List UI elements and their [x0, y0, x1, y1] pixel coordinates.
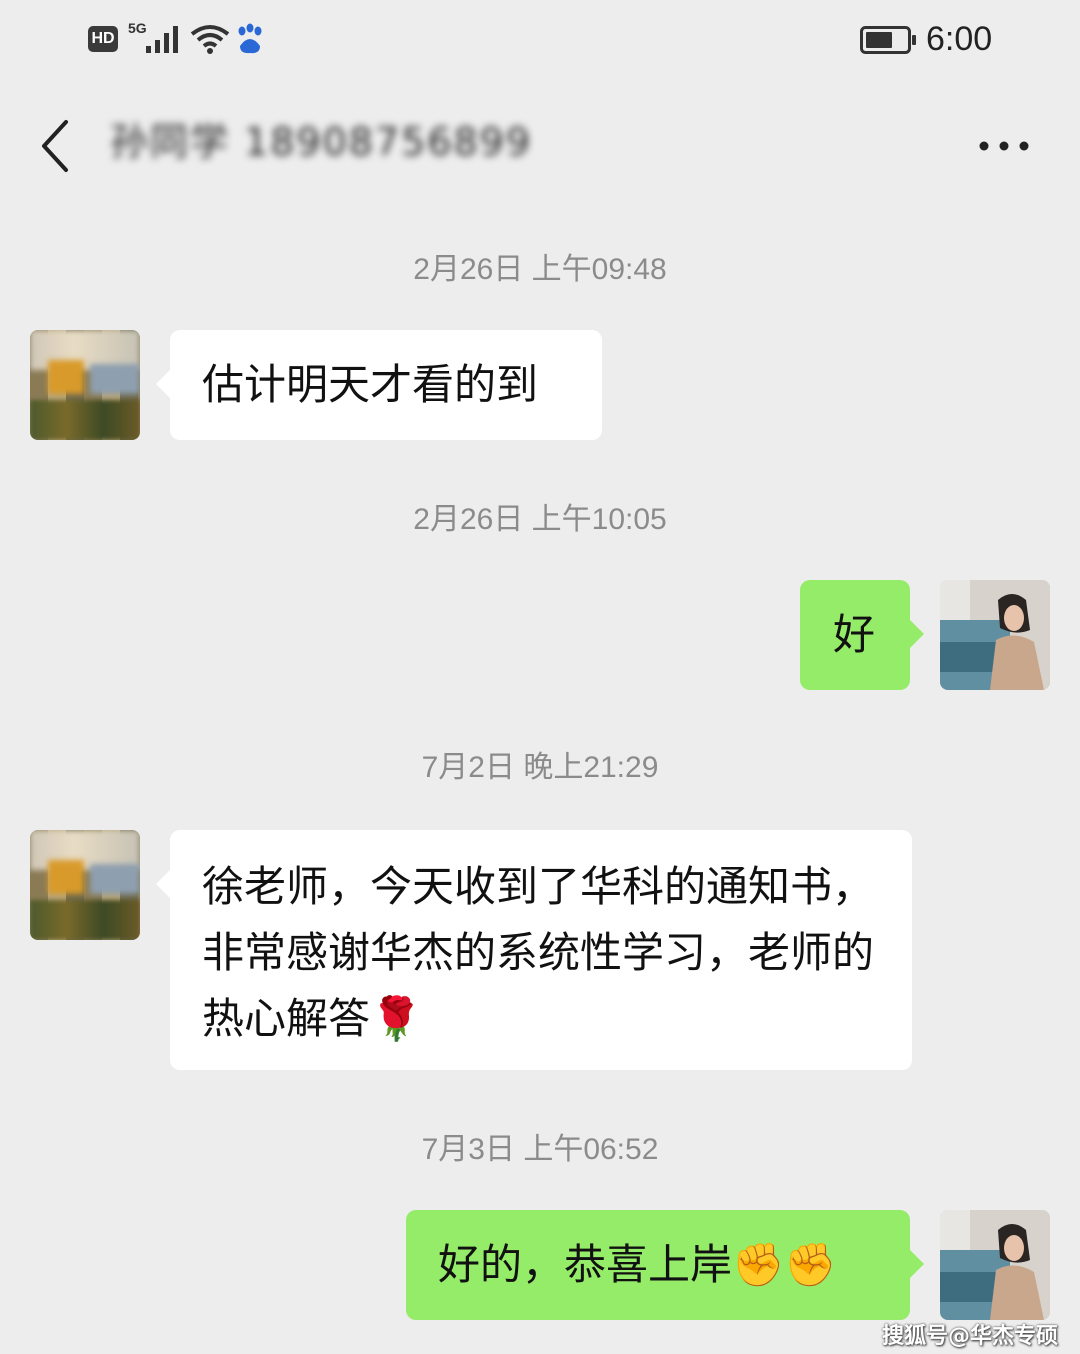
- contact-avatar[interactable]: [30, 830, 140, 940]
- message-timestamp: 7月3日 上午06:52: [421, 1133, 659, 1166]
- battery-icon: [860, 26, 916, 54]
- received-message-bubble[interactable]: 徐老师，今天收到了华科的通知书，非常感谢华杰的系统性学习，老师的热心解答🌹: [156, 830, 912, 1070]
- message-timestamp: 7月2日 晚上21:29: [421, 751, 659, 784]
- sent-message-bubble[interactable]: 好: [800, 580, 924, 690]
- contact-avatar[interactable]: [30, 330, 140, 440]
- status-bar: HD 5G 6:00: [0, 0, 1080, 80]
- wifi-icon: [190, 25, 230, 54]
- more-dots-icon[interactable]: [976, 126, 1032, 166]
- baidu-app-icon: [238, 23, 262, 54]
- chevron-left-icon[interactable]: [36, 118, 76, 174]
- message-timestamp: 2月26日 上午10:05: [413, 503, 667, 536]
- message-text: 好: [833, 610, 876, 659]
- chat-header: 孙同学 18908756899: [0, 90, 1080, 200]
- message-text: 好的，恭喜上岸✊✊: [438, 1240, 837, 1289]
- watermark: 搜狐号@华杰专硕: [882, 1324, 1059, 1349]
- hd-badge: HD: [88, 26, 118, 52]
- clock-time: 6:00: [926, 20, 993, 58]
- my-avatar[interactable]: [940, 1210, 1050, 1320]
- received-message-bubble[interactable]: 估计明天才看的到: [156, 330, 602, 440]
- signal-icon: [146, 26, 178, 53]
- message-text: 估计明天才看的到: [202, 360, 539, 409]
- my-avatar[interactable]: [940, 580, 1050, 690]
- message-timestamp: 2月26日 上午09:48: [413, 253, 667, 286]
- message-text: 徐老师，今天收到了华科的通知书，非常感谢华杰的系统性学习，老师的热心解答🌹: [202, 862, 875, 1043]
- contact-name: 孙同学 18908756899: [110, 120, 530, 164]
- sent-message-bubble[interactable]: 好的，恭喜上岸✊✊: [406, 1210, 924, 1320]
